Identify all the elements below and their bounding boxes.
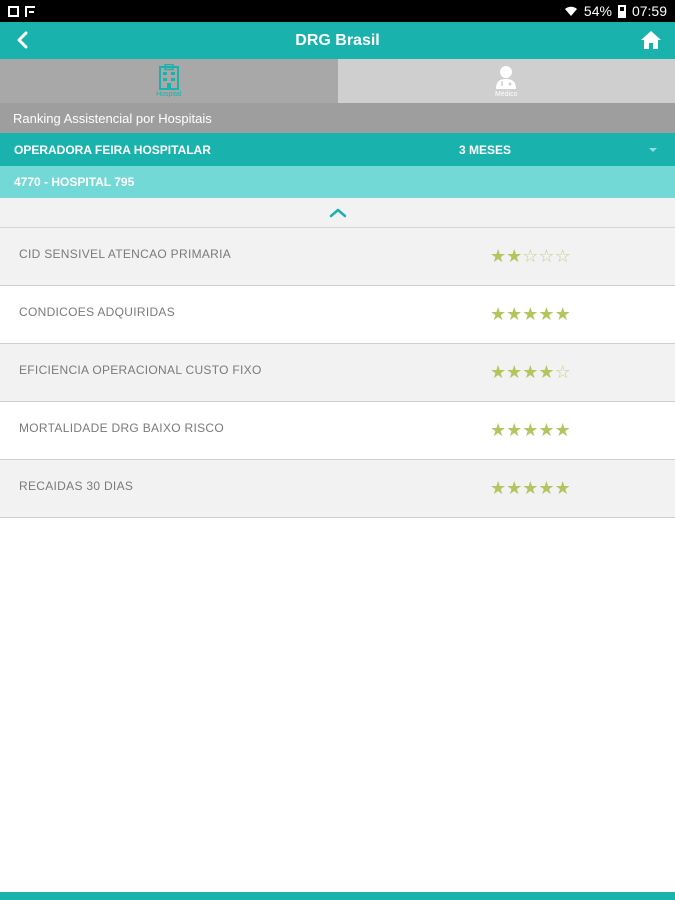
tab-medico-label: Médico	[494, 91, 518, 98]
ranking-item[interactable]: EFICIENCIA OPERACIONAL CUSTO FIXO ★ ★ ★ ★ ☆	[0, 344, 675, 402]
star-filled-icon: ★	[506, 362, 523, 382]
star-filled-icon: ★	[554, 478, 571, 498]
star-rating: ★ ★ ★ ★ ★	[490, 479, 571, 497]
tab-bar: Hospital Médico	[0, 59, 675, 103]
ranking-label: CID SENSIVEL ATENCAO PRIMARIA	[19, 246, 232, 261]
star-rating: ★ ★ ☆ ☆ ☆	[490, 247, 571, 265]
period-select[interactable]: 3 MESES	[459, 133, 511, 166]
star-filled-icon: ★	[490, 362, 507, 382]
chevron-up-icon	[329, 208, 346, 217]
tab-medico[interactable]: Médico	[337, 59, 675, 103]
star-filled-icon: ★	[490, 478, 507, 498]
flag-icon	[25, 5, 35, 17]
star-empty-icon: ☆	[538, 246, 555, 266]
star-filled-icon: ★	[522, 304, 539, 324]
star-filled-icon: ★	[554, 304, 571, 324]
star-rating: ★ ★ ★ ★ ★	[490, 421, 571, 439]
hospital-selector[interactable]: 4770 - HOSPITAL 795	[0, 166, 675, 198]
star-filled-icon: ★	[522, 420, 539, 440]
clock: 07:59	[631, 3, 667, 19]
star-filled-icon: ★	[490, 246, 507, 266]
star-empty-icon: ☆	[554, 362, 571, 382]
tab-hospital-label: Hospital	[156, 91, 182, 98]
home-button[interactable]	[637, 26, 665, 54]
battery-icon	[617, 4, 626, 18]
doctor-icon	[496, 66, 517, 89]
home-icon	[641, 31, 661, 49]
ranking-item[interactable]: CONDICOES ADQUIRIDAS ★ ★ ★ ★ ★	[0, 286, 675, 344]
star-filled-icon: ★	[490, 420, 507, 440]
back-button[interactable]	[8, 26, 36, 54]
wifi-icon	[564, 6, 577, 16]
operator-name: OPERADORA FEIRA HOSPITALAR	[14, 142, 211, 157]
star-filled-icon: ★	[522, 362, 539, 382]
app-title: DRG Brasil	[295, 31, 380, 49]
star-filled-icon: ★	[522, 478, 539, 498]
star-filled-icon: ★	[538, 420, 555, 440]
star-filled-icon: ★	[538, 362, 555, 382]
status-bar-right: 54% 07:59	[564, 3, 667, 19]
star-empty-icon: ☆	[522, 246, 539, 266]
section-title: Ranking Assistencial por Hospitais	[0, 103, 675, 133]
ranking-label: EFICIENCIA OPERACIONAL CUSTO FIXO	[19, 362, 262, 377]
status-bar: 54% 07:59	[0, 0, 675, 22]
status-bar-left	[8, 5, 35, 17]
ranking-label: RECAIDAS 30 DIAS	[19, 478, 134, 493]
ranking-item[interactable]: CID SENSIVEL ATENCAO PRIMARIA ★ ★ ☆ ☆ ☆	[0, 228, 675, 286]
ranking-label: MORTALIDADE DRG BAIXO RISCO	[19, 420, 225, 435]
star-rating: ★ ★ ★ ★ ★	[490, 305, 571, 323]
app-bar: DRG Brasil	[0, 22, 675, 59]
battery-percent: 54%	[583, 3, 612, 19]
star-filled-icon: ★	[538, 478, 555, 498]
gallery-icon	[8, 5, 19, 17]
star-filled-icon: ★	[554, 420, 571, 440]
star-filled-icon: ★	[490, 304, 507, 324]
star-rating: ★ ★ ★ ★ ☆	[490, 363, 571, 381]
bottom-bar	[0, 892, 675, 900]
star-filled-icon: ★	[506, 304, 523, 324]
star-filled-icon: ★	[506, 420, 523, 440]
ranking-label: CONDICOES ADQUIRIDAS	[19, 304, 176, 319]
ranking-list: CID SENSIVEL ATENCAO PRIMARIA ★ ★ ☆ ☆ ☆ COND…	[0, 228, 675, 518]
dropdown-arrow-icon[interactable]	[649, 148, 657, 152]
ranking-item[interactable]: RECAIDAS 30 DIAS ★ ★ ★ ★ ★	[0, 460, 675, 518]
star-filled-icon: ★	[506, 246, 523, 266]
ranking-item[interactable]: MORTALIDADE DRG BAIXO RISCO ★ ★ ★ ★ ★	[0, 402, 675, 460]
star-empty-icon: ☆	[554, 246, 571, 266]
chevron-left-icon	[17, 31, 28, 49]
operator-filter[interactable]: OPERADORA FEIRA HOSPITALAR 3 MESES	[0, 133, 675, 166]
star-filled-icon: ★	[506, 478, 523, 498]
star-filled-icon: ★	[538, 304, 555, 324]
collapse-button[interactable]	[0, 198, 675, 228]
tab-hospital[interactable]: Hospital	[0, 59, 338, 103]
hospital-building-icon	[158, 64, 179, 90]
